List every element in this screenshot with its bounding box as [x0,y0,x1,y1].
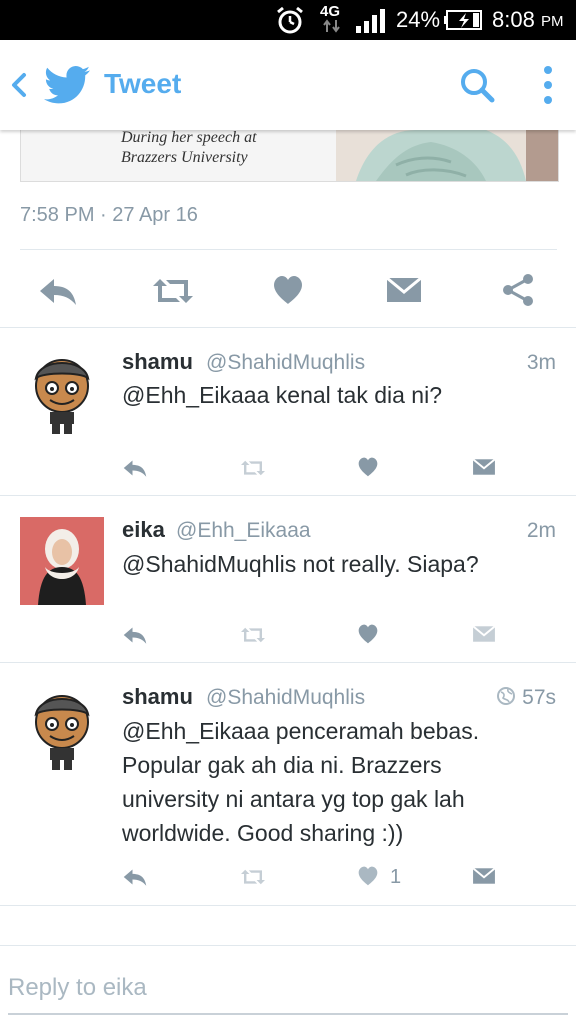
back-arrow-icon[interactable] [8,68,30,102]
reply-author-name[interactable]: eika [122,517,165,543]
like-heart-icon[interactable] [357,866,379,886]
alarm-icon [277,6,303,34]
reply-time: 3m [526,351,556,374]
avatar[interactable] [20,517,104,605]
avatar[interactable] [20,348,104,436]
reply-input-underline [8,1013,568,1015]
reply-icon[interactable] [38,275,78,307]
divider [20,249,557,250]
battery-percent: 24% [396,7,441,32]
search-icon[interactable] [458,66,498,106]
reply-text-line: Popular gak ah dia ni. Brazzers [122,752,442,778]
reply-author-name[interactable]: shamu [122,684,193,710]
reply-text: @Ehh_Eikaaa kenal tak dia ni? [122,382,443,408]
reply-text: @Ehh_Eikaaa penceramah bebas. Popular ga… [122,714,479,850]
share-icon[interactable] [500,272,536,308]
reply-time: 2m [526,519,556,542]
direct-message-icon[interactable] [386,276,422,304]
reply-time: 57s [522,686,556,709]
avatar[interactable] [20,684,104,772]
retweet-icon[interactable] [239,626,267,644]
reply-text-line: @Ehh_Eikaaa penceramah bebas. [122,718,480,744]
more-options-icon[interactable] [536,64,560,106]
top-app-bar: Tweet [0,40,576,130]
reply-text: @ShahidMuqhlis not really. Siapa? [122,551,479,577]
battery-charging-icon [444,10,482,30]
divider [0,905,576,906]
reply-author-name[interactable]: shamu [122,349,193,375]
like-heart-icon[interactable] [357,624,379,644]
reply-text-line: worldwide. Good sharing :)) [122,820,404,846]
like-count: 1 [390,866,402,888]
retweet-icon[interactable] [239,459,267,477]
clock-ampm: PM [541,13,564,30]
media-caption: During her speech at Brazzers University [121,130,331,168]
reply-icon[interactable] [122,867,148,887]
status-bar: 4G 24% 8:08 PM [0,0,576,40]
like-heart-icon[interactable] [272,275,304,305]
divider [0,327,576,328]
divider [0,662,576,663]
tweet-timestamp: 7:58 PM · 27 Apr 16 [20,204,198,226]
reply-author-handle[interactable]: @ShahidMuqhlis [206,351,365,375]
reply-icon[interactable] [122,458,148,478]
tweet-media-card[interactable]: During her speech at Brazzers University [20,130,559,182]
retweet-icon[interactable] [150,276,196,306]
signal-icon [356,9,385,33]
direct-message-icon[interactable] [472,458,496,476]
reply-input[interactable]: Reply to eika [8,974,147,1002]
direct-message-icon[interactable] [472,625,496,643]
data-arrows-icon [323,19,340,33]
media-caption-line1: During her speech at [121,130,257,146]
globe-icon [497,687,515,705]
reply-author-handle[interactable]: @Ehh_Eikaaa [176,519,311,543]
reply-text-line: university ni antara yg top gak lah [122,786,465,812]
like-heart-icon[interactable] [357,457,379,477]
reply-author-handle[interactable]: @ShahidMuqhlis [206,686,365,710]
media-photo [336,130,558,181]
reply-icon[interactable] [122,625,148,645]
direct-message-icon[interactable] [472,867,496,885]
page-title: Tweet [104,68,182,99]
twitter-bird-icon[interactable] [44,65,90,105]
media-caption-line2: Brazzers University [121,149,248,166]
divider [0,495,576,496]
clock-time: 8:08 [492,7,535,32]
retweet-icon[interactable] [239,868,267,886]
